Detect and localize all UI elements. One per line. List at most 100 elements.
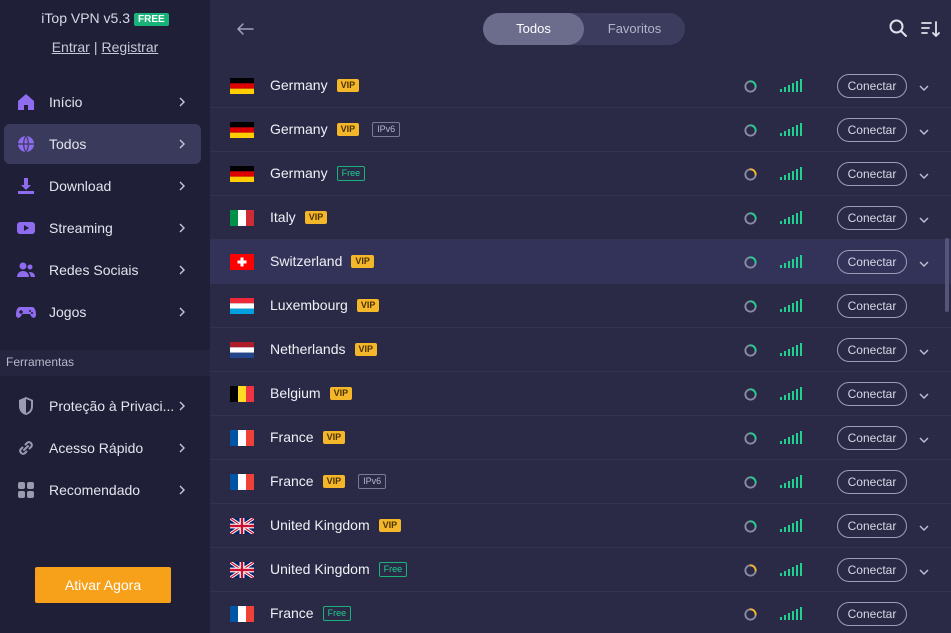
country-name: France (270, 429, 314, 445)
top-bar: Todos Favoritos (210, 0, 951, 64)
chevron-down-icon[interactable] (918, 124, 930, 135)
activate-now-button[interactable]: Ativar Agora (35, 567, 171, 603)
server-row[interactable]: Switzerland VIP Conectar (210, 240, 951, 284)
server-row[interactable]: France VIP IPv6 Conectar (210, 460, 951, 504)
load-indicator-icon (743, 607, 758, 622)
flag-ch-icon (230, 254, 254, 270)
chevron-down-icon[interactable] (918, 212, 930, 223)
server-country: France VIP (270, 429, 346, 445)
server-row[interactable]: United Kingdom Free Conectar (210, 548, 951, 592)
shield-icon (15, 395, 37, 417)
tab-todos[interactable]: Todos (483, 13, 584, 45)
signal-strength-icon (780, 254, 802, 268)
country-name: United Kingdom (270, 517, 370, 533)
country-name: Italy (270, 209, 296, 225)
vip-badge: VIP (336, 78, 360, 92)
connect-button[interactable]: Conectar (837, 118, 907, 142)
nav-item-prote-o-privaci[interactable]: Proteção à Privaci... (4, 386, 201, 426)
sidebar: iTop VPN v5.3 FREE Entrar | Registrar Iníci… (0, 0, 210, 633)
scrollbar[interactable] (945, 238, 949, 312)
connect-button[interactable]: Conectar (837, 250, 907, 274)
connect-button[interactable]: Conectar (837, 558, 907, 582)
server-country: Italy VIP (270, 209, 328, 225)
chevron-down-icon[interactable] (918, 80, 930, 91)
chevron-down-icon[interactable] (918, 344, 930, 355)
auth-separator: | (93, 39, 98, 55)
load-indicator-icon (743, 519, 758, 534)
nav-item-acesso-r-pido[interactable]: Acesso Rápido (4, 428, 201, 468)
nav-item-redes-sociais[interactable]: Redes Sociais (4, 250, 201, 290)
country-name: Belgium (270, 385, 321, 401)
nav-item-download[interactable]: Download (4, 166, 201, 206)
server-row[interactable]: Luxembourg VIP Conectar (210, 284, 951, 328)
connect-button[interactable]: Conectar (837, 74, 907, 98)
nav-item-in-cio[interactable]: Início (4, 82, 201, 122)
server-row[interactable]: Belgium VIP Conectar (210, 372, 951, 416)
server-row[interactable]: Italy VIP Conectar (210, 196, 951, 240)
register-link[interactable]: Registrar (101, 39, 158, 55)
server-row[interactable]: France VIP Conectar (210, 416, 951, 460)
load-indicator-icon (743, 431, 758, 446)
free-badge: FREE (134, 13, 169, 26)
connect-button[interactable]: Conectar (837, 162, 907, 186)
server-row[interactable]: France Free Conectar (210, 592, 951, 633)
flag-lu-icon (230, 298, 254, 314)
connect-button[interactable]: Conectar (837, 602, 907, 626)
chevron-right-icon (179, 223, 185, 233)
load-indicator-icon (743, 475, 758, 490)
chevron-right-icon (179, 307, 185, 317)
chevron-right-icon (179, 139, 185, 149)
chevron-down-icon[interactable] (918, 520, 930, 531)
tab-favoritos[interactable]: Favoritos (584, 13, 685, 45)
server-country: Germany VIP IPv6 (270, 121, 401, 137)
login-link[interactable]: Entrar (52, 39, 90, 55)
country-name: Germany (270, 165, 328, 181)
main-panel: Todos Favoritos Germany VIP Conectar German… (210, 0, 951, 633)
connect-button[interactable]: Conectar (837, 470, 907, 494)
nav-item-recomendado[interactable]: Recomendado (4, 470, 201, 510)
country-name: France (270, 605, 314, 621)
nav-item-todos[interactable]: Todos (4, 124, 201, 164)
load-indicator-icon (743, 79, 758, 94)
signal-strength-icon (780, 518, 802, 532)
server-row[interactable]: Germany VIP Conectar (210, 64, 951, 108)
connect-button[interactable]: Conectar (837, 514, 907, 538)
flag-de-icon (230, 78, 254, 94)
server-list: Germany VIP Conectar Germany VIP IPv6 Conectar… (210, 64, 951, 633)
server-row[interactable]: Germany VIP IPv6 Conectar (210, 108, 951, 152)
connect-button[interactable]: Conectar (837, 426, 907, 450)
flag-fr-icon (230, 474, 254, 490)
server-row[interactable]: Netherlands VIP Conectar (210, 328, 951, 372)
connect-button[interactable]: Conectar (837, 382, 907, 406)
signal-strength-icon (780, 430, 802, 444)
chevron-down-icon[interactable] (918, 432, 930, 443)
nav-item-label: Streaming (49, 220, 113, 236)
server-row[interactable]: Germany Free Conectar (210, 152, 951, 196)
auth-links: Entrar | Registrar (0, 39, 210, 55)
search-icon[interactable] (888, 18, 908, 38)
chevron-down-icon[interactable] (918, 256, 930, 267)
signal-strength-icon (780, 386, 802, 400)
load-indicator-icon (743, 255, 758, 270)
sort-icon[interactable] (919, 18, 941, 40)
nav-item-label: Proteção à Privaci... (49, 398, 175, 414)
vip-badge: VIP (378, 518, 402, 532)
country-name: Germany (270, 77, 328, 93)
play-icon (15, 217, 37, 239)
back-arrow-icon[interactable] (234, 18, 256, 40)
ipv6-badge: IPv6 (358, 473, 387, 489)
chevron-down-icon[interactable] (918, 388, 930, 399)
server-row[interactable]: United Kingdom VIP Conectar (210, 504, 951, 548)
app-title-text: iTop VPN v5.3 (41, 10, 131, 26)
nav-item-streaming[interactable]: Streaming (4, 208, 201, 248)
chevron-down-icon[interactable] (918, 564, 930, 575)
signal-strength-icon (780, 122, 802, 136)
link-icon (15, 437, 37, 459)
connect-button[interactable]: Conectar (837, 294, 907, 318)
nav-item-jogos[interactable]: Jogos (4, 292, 201, 332)
flag-be-icon (230, 386, 254, 402)
chevron-down-icon[interactable] (918, 168, 930, 179)
connect-button[interactable]: Conectar (837, 338, 907, 362)
connect-button[interactable]: Conectar (837, 206, 907, 230)
load-indicator-icon (743, 299, 758, 314)
